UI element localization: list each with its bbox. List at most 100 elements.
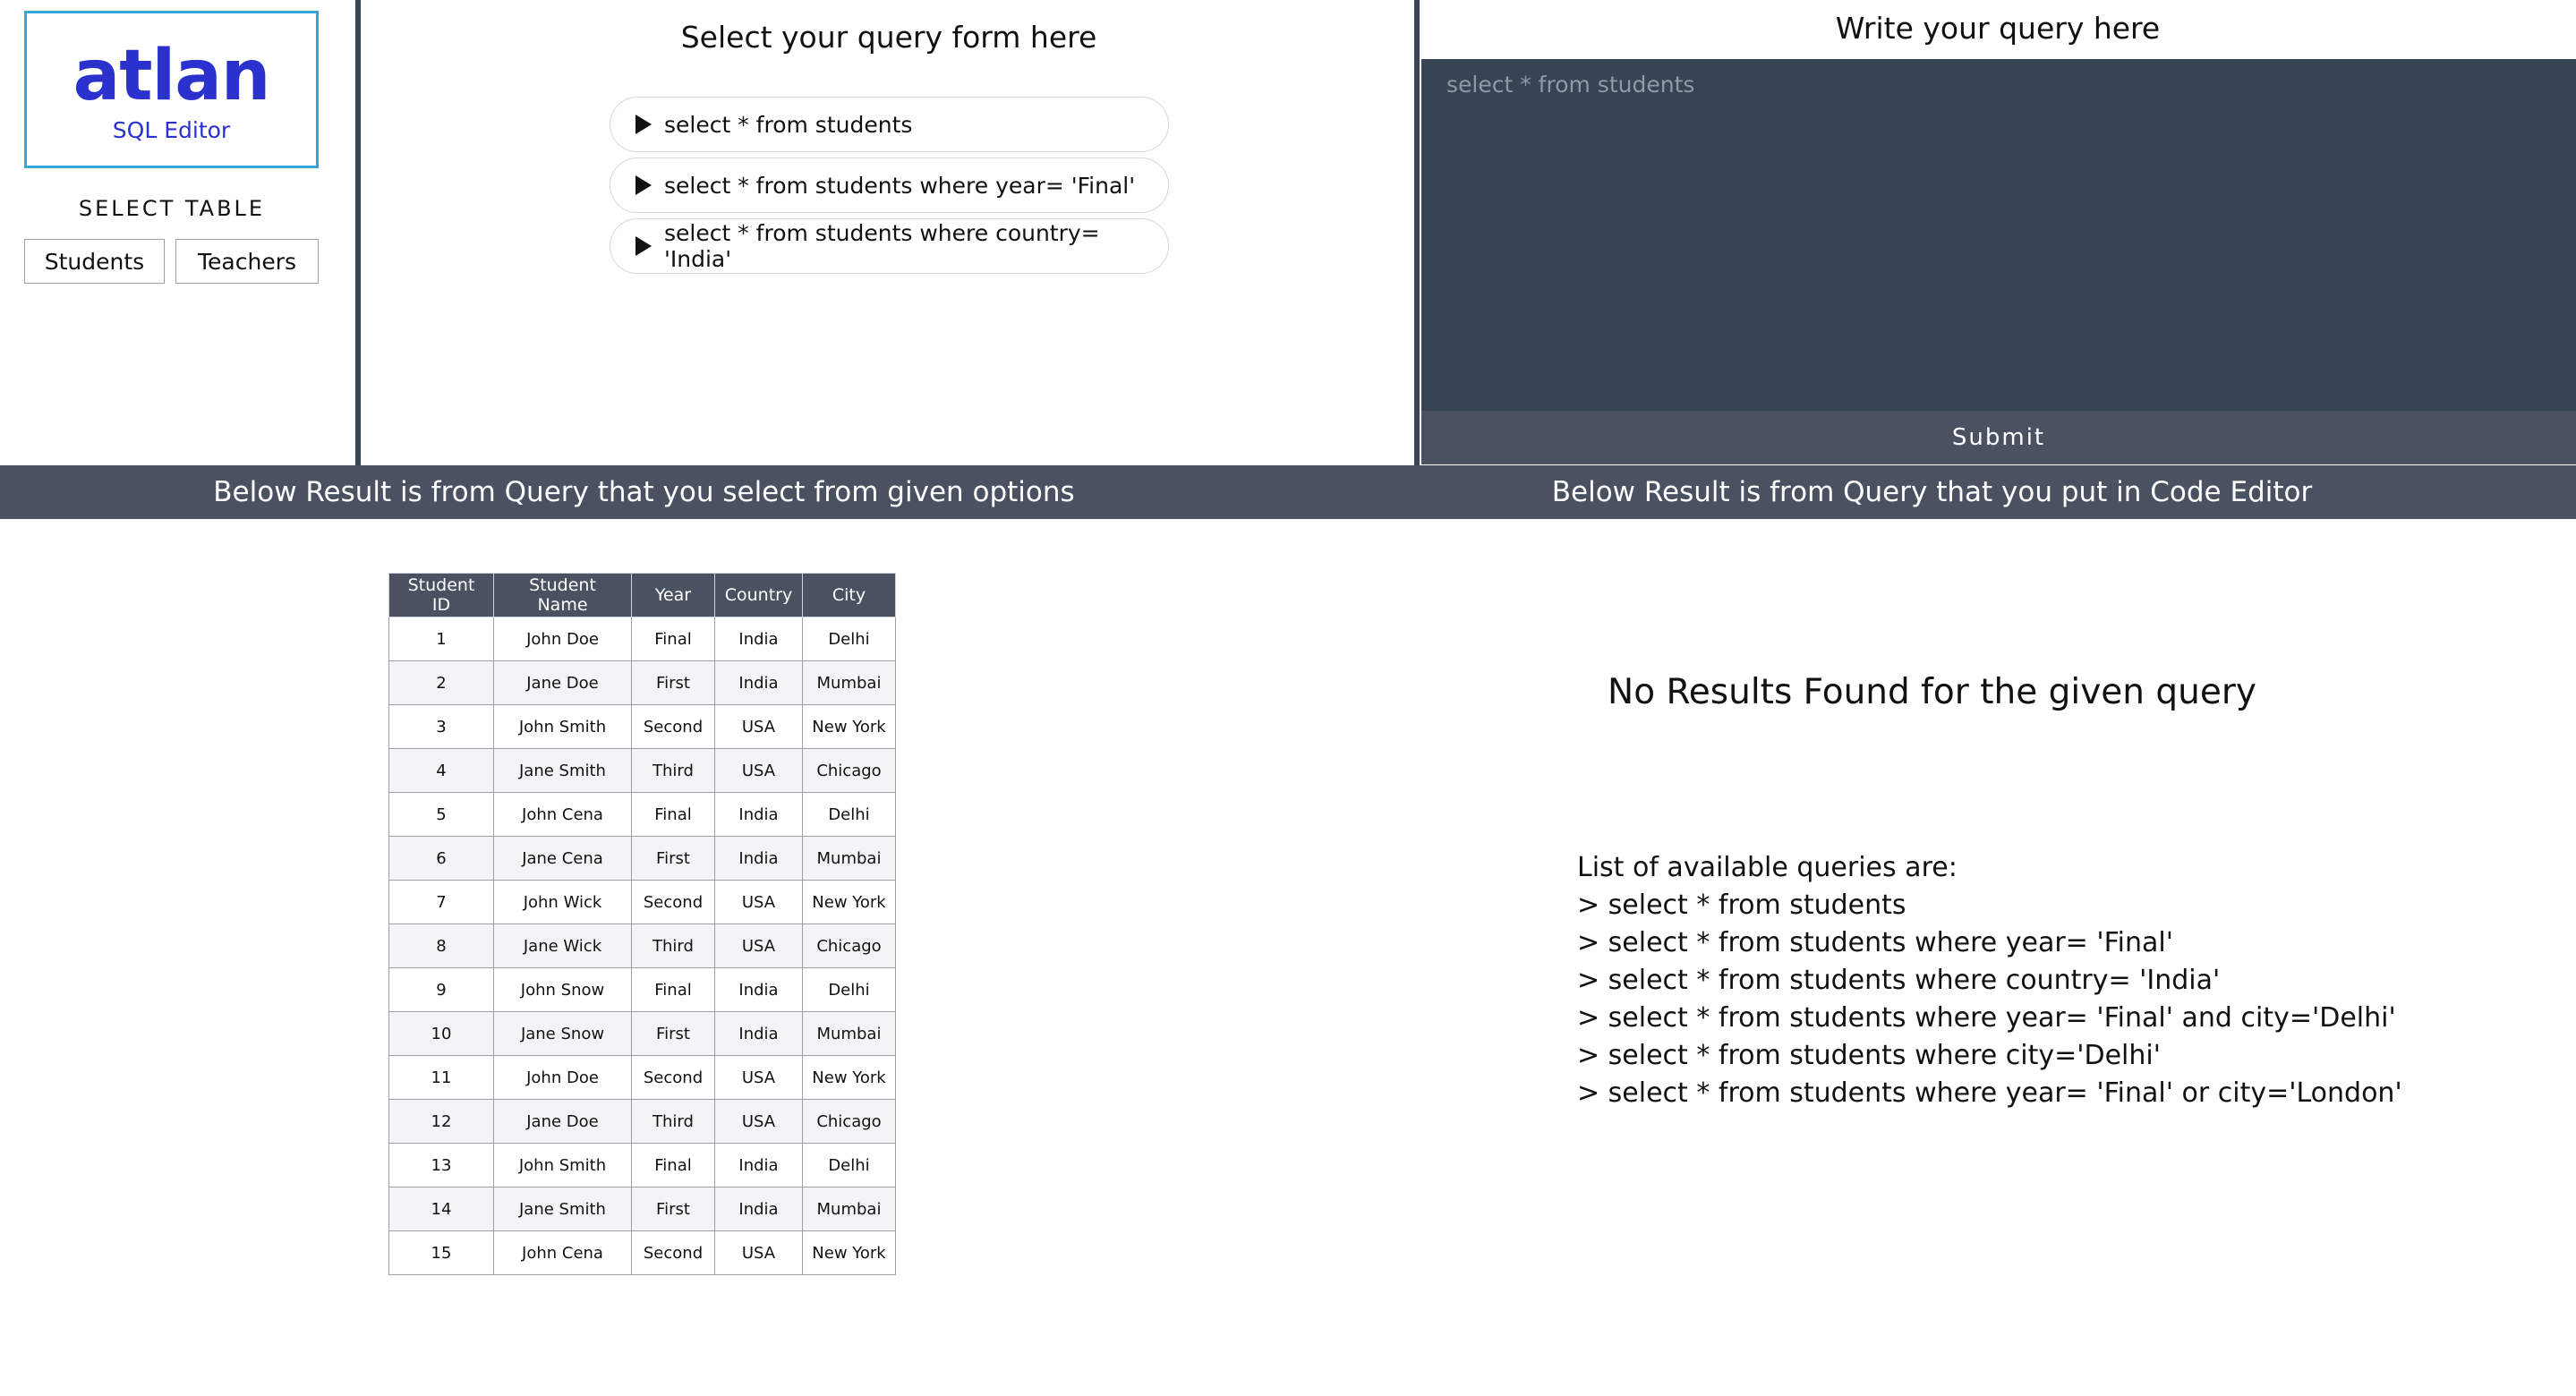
table-cell: Third [631,1099,715,1144]
table-cell: 3 [388,704,494,749]
table-row: 9 John Snow Final India Delhi [388,967,896,1012]
column-header: City [802,573,896,617]
table-cell: Mumbai [802,836,896,881]
table-cell: Chicago [802,924,896,968]
table-cell: New York [802,1055,896,1100]
query-option[interactable]: select * from students where country= 'I… [610,218,1169,274]
table-cell: USA [714,924,803,968]
table-cell: First [631,1187,715,1231]
table-row: 11 John Doe Second USA New York [388,1055,896,1100]
table-row: 3 John Smith Second USA New York [388,704,896,749]
table-cell: Second [631,880,715,924]
table-cell: John Wick [493,880,632,924]
logo: atlan SQL Editor [24,11,319,168]
table-cell: John Smith [493,1143,632,1187]
table-cell: Final [631,792,715,837]
table-cell: 9 [388,967,494,1012]
query-option[interactable]: select * from students [610,97,1169,152]
table-row: 2 Jane Doe First India Mumbai [388,660,896,705]
table-cell: Second [631,1055,715,1100]
students-table-button[interactable]: Students [24,239,165,284]
table-row: 15 John Cena Second USA New York [388,1230,896,1275]
submit-button[interactable]: Submit [1421,411,2576,464]
query-option-label: select * from students where country= 'I… [664,220,1100,272]
table-cell: Jane Smith [493,1187,632,1231]
table-cell: Delhi [802,1143,896,1187]
table-cell: 13 [388,1143,494,1187]
table-cell: New York [802,880,896,924]
query-option[interactable]: select * from students where year= 'Fina… [610,157,1169,213]
table-cell: Third [631,748,715,793]
table-cell: 1 [388,617,494,661]
table-cell: Chicago [802,1099,896,1144]
table-cell: India [714,1143,803,1187]
column-header: Student Name [493,573,632,617]
teachers-table-button[interactable]: Teachers [175,239,319,284]
table-cell: Jane Snow [493,1011,632,1056]
table-cell: India [714,617,803,661]
table-cell: Final [631,967,715,1012]
available-queries-heading: List of available queries are: [1577,852,1958,883]
table-cell: 15 [388,1230,494,1275]
available-query-item: > select * from students where year= 'Fi… [1577,927,2173,958]
play-icon [635,236,652,256]
play-icon [635,175,652,195]
column-header: Year [631,573,715,617]
table-cell: Third [631,924,715,968]
logo-subtitle: SQL Editor [112,117,231,143]
query-option-label: select * from students where year= 'Fina… [664,172,1136,199]
table-cell: John Doe [493,617,632,661]
editor-result-banner: Below Result is from Query that you put … [1288,465,2576,519]
table-cell: John Doe [493,1055,632,1100]
query-form-panel: Select your query form here select * fro… [361,0,1414,465]
table-row: 1 John Doe Final India Delhi [388,617,896,661]
table-cell: Jane Doe [493,1099,632,1144]
table-cell: New York [802,1230,896,1275]
table-cell: 2 [388,660,494,705]
table-row: 7 John Wick Second USA New York [388,880,896,924]
available-queries-list: List of available queries are: > select … [1577,852,2402,1112]
table-cell: 7 [388,880,494,924]
available-query-item: > select * from students where year= 'Fi… [1577,1002,2396,1034]
table-cell: John Cena [493,1230,632,1275]
table-cell: Jane Cena [493,836,632,881]
table-cell: John Smith [493,704,632,749]
table-cell: India [714,660,803,705]
editor-title: Write your query here [1835,11,2161,46]
available-query-item: > select * from students where year= 'Fi… [1577,1077,2402,1109]
table-cell: Second [631,704,715,749]
code-editor[interactable] [1421,59,2576,411]
table-cell: 14 [388,1187,494,1231]
table-cell: Mumbai [802,1011,896,1056]
table-cell: Mumbai [802,660,896,705]
available-query-item: > select * from students where city='Del… [1577,1040,2161,1071]
table-cell: USA [714,704,803,749]
table-cell: India [714,967,803,1012]
table-cell: Chicago [802,748,896,793]
table-row: 4 Jane Smith Third USA Chicago [388,748,896,793]
column-header: Student ID [388,573,494,617]
table-cell: 10 [388,1011,494,1056]
table-cell: Final [631,1143,715,1187]
available-query-item: > select * from students where country= … [1577,965,2221,996]
table-cell: Second [631,1230,715,1275]
table-cell: India [714,836,803,881]
table-cell: John Cena [493,792,632,837]
table-cell: India [714,792,803,837]
table-cell: Mumbai [802,1187,896,1231]
table-cell: 12 [388,1099,494,1144]
results-table: Student ID Student Name Year Country Cit… [388,573,896,1275]
table-cell: USA [714,880,803,924]
logo-text: atlan [73,36,271,116]
table-cell: First [631,660,715,705]
editor-panel: Write your query here Submit [1420,0,2576,465]
table-header-row: Student ID Student Name Year Country Cit… [388,573,896,617]
table-row: 5 John Cena Final India Delhi [388,792,896,837]
table-cell: New York [802,704,896,749]
table-cell: Final [631,617,715,661]
table-cell: Jane Wick [493,924,632,968]
table-row: 13 John Smith Final India Delhi [388,1143,896,1187]
table-cell: Jane Doe [493,660,632,705]
table-cell: Delhi [802,967,896,1012]
table-cell: USA [714,1055,803,1100]
